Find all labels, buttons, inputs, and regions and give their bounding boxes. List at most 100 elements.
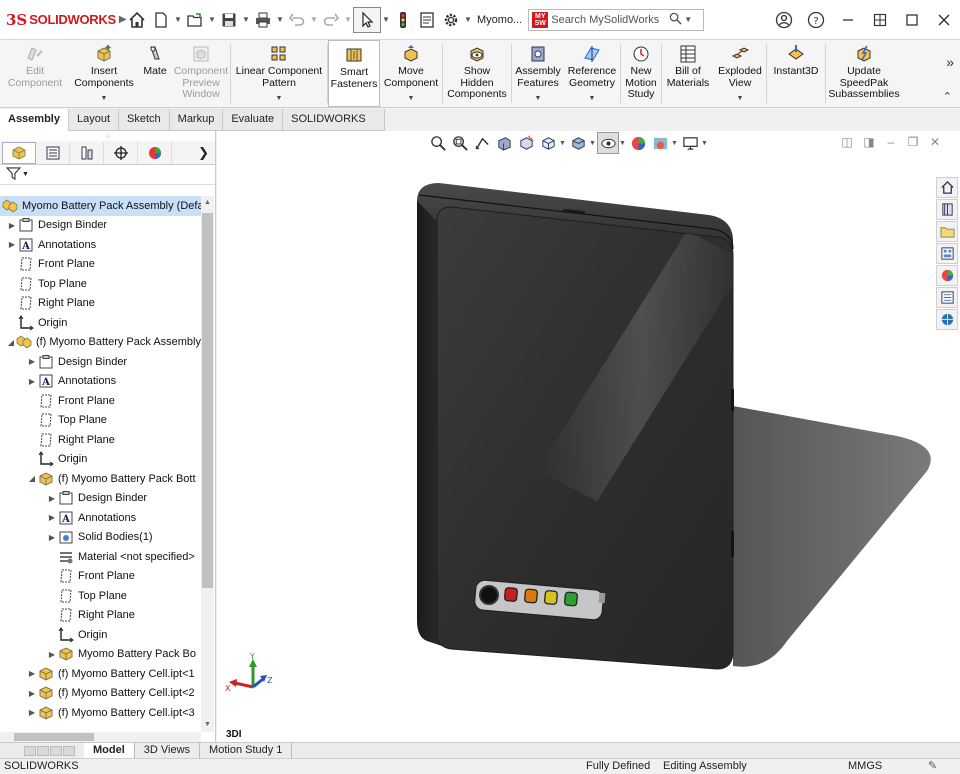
options-gear-icon[interactable] bbox=[439, 8, 463, 32]
help-icon[interactable]: ? bbox=[800, 8, 832, 32]
tree-item[interactable]: ▶ A Annotations bbox=[0, 508, 201, 528]
tree-item[interactable]: Top Plane bbox=[0, 411, 201, 431]
search-dropdown-icon[interactable]: ▼ bbox=[683, 15, 693, 24]
tree-item[interactable]: Right Plane bbox=[0, 294, 201, 314]
exploded-view-dropdown-icon[interactable]: ▼ bbox=[737, 93, 744, 105]
custom-properties-icon[interactable] bbox=[936, 287, 958, 308]
collapse-arrow-icon[interactable]: ◢ bbox=[6, 338, 16, 347]
scroll-up-icon[interactable]: ▲ bbox=[201, 196, 214, 210]
new-dropdown-icon[interactable]: ▼ bbox=[173, 15, 183, 24]
solidworks-logo[interactable]: 3S SOLIDWORKS ▶ bbox=[0, 0, 127, 40]
tree-item[interactable]: ▶ Design Binder bbox=[0, 216, 201, 236]
tree-item[interactable]: Origin bbox=[0, 625, 201, 645]
tab-assembly[interactable]: Assembly bbox=[0, 109, 69, 131]
viewport-minimize-icon[interactable]: – bbox=[880, 135, 902, 151]
tab-prev-icon[interactable] bbox=[37, 745, 49, 756]
options-dropdown-icon[interactable]: ▼ bbox=[463, 15, 473, 24]
move-component-button[interactable]: Move Component ▼ bbox=[380, 40, 442, 107]
tree-item[interactable]: ◢ (f) Myomo Battery Pack Assembly bbox=[0, 333, 201, 353]
tree-item[interactable]: Front Plane bbox=[0, 391, 201, 411]
home-icon[interactable] bbox=[125, 8, 149, 32]
filter-dropdown-icon[interactable]: ▼ bbox=[22, 171, 29, 178]
maximize-icon[interactable] bbox=[896, 8, 928, 32]
print-icon[interactable] bbox=[251, 8, 275, 32]
tree-item[interactable]: Top Plane bbox=[0, 274, 201, 294]
hide-show-dropdown-icon[interactable]: ▼ bbox=[619, 140, 627, 147]
collapse-arrow-icon[interactable]: ◢ bbox=[26, 474, 38, 483]
tab-scroll-arrows[interactable] bbox=[0, 743, 84, 758]
tree-item[interactable]: ▶ Design Binder bbox=[0, 489, 201, 509]
tree-item[interactable]: Origin bbox=[0, 313, 201, 333]
solidworks-forum-icon[interactable] bbox=[936, 309, 958, 330]
zoom-to-area-icon[interactable] bbox=[449, 132, 471, 154]
print-dropdown-icon[interactable]: ▼ bbox=[275, 15, 285, 24]
insert-components-button[interactable]: Insert Components ▼ bbox=[70, 40, 138, 107]
search-input[interactable] bbox=[551, 13, 670, 26]
undo-icon[interactable] bbox=[285, 8, 309, 32]
tree-item[interactable]: ▶ Myomo Battery Pack Bo bbox=[0, 645, 201, 665]
appearances-icon[interactable] bbox=[936, 265, 958, 286]
expand-arrow-icon[interactable]: ▶ bbox=[46, 513, 58, 522]
configuration-manager-tab-icon[interactable] bbox=[70, 141, 104, 164]
update-speedpak-button[interactable]: Update SpeedPak Subassemblies bbox=[826, 40, 902, 107]
tree-item[interactable]: ◢ (f) Myomo Battery Pack Bott bbox=[0, 469, 201, 489]
tree-item[interactable]: ▶ (f) Myomo Battery Cell.ipt<2 bbox=[0, 684, 201, 704]
component-preview-button[interactable]: Component Preview Window bbox=[172, 40, 230, 107]
tab-markup[interactable]: Markup bbox=[170, 109, 224, 131]
apply-scene-dropdown-icon[interactable]: ▼ bbox=[671, 140, 679, 147]
save-dropdown-icon[interactable]: ▼ bbox=[241, 15, 251, 24]
tree-item[interactable]: ▶ Design Binder bbox=[0, 352, 201, 372]
select-cursor-icon[interactable] bbox=[353, 6, 381, 33]
tab-sketch[interactable]: Sketch bbox=[119, 109, 170, 131]
tab-solidworks-add-ins[interactable]: SOLIDWORKS Add-Ins bbox=[283, 109, 385, 146]
mate-button[interactable]: Mate bbox=[138, 40, 172, 107]
expand-arrow-icon[interactable]: ▶ bbox=[46, 494, 58, 503]
panel-grip[interactable]: ⁘ bbox=[0, 131, 215, 141]
tree-filter[interactable]: ▼ bbox=[0, 165, 215, 185]
rebuild-status-icon[interactable]: ✎ bbox=[928, 759, 937, 774]
expand-arrow-icon[interactable]: ▶ bbox=[46, 650, 58, 659]
tab-first-icon[interactable] bbox=[24, 745, 36, 756]
file-properties-icon[interactable] bbox=[415, 8, 439, 32]
bottom-tab-motion-study-1[interactable]: Motion Study 1 bbox=[200, 743, 293, 758]
insert-components-dropdown-icon[interactable]: ▼ bbox=[101, 93, 108, 105]
tree-item[interactable]: ▶ A Annotations bbox=[0, 235, 201, 255]
apply-scene-icon[interactable] bbox=[649, 132, 671, 154]
undo-dropdown-icon[interactable]: ▼ bbox=[309, 15, 319, 24]
edit-component-button[interactable]: Edit Component bbox=[0, 40, 70, 107]
assembly-features-button[interactable]: Assembly Features ▼ bbox=[512, 40, 564, 107]
search-box[interactable]: MY SW ▼ bbox=[528, 8, 705, 31]
battery-pack-model[interactable] bbox=[387, 171, 947, 691]
rebuild-traffic-light-icon[interactable] bbox=[391, 8, 415, 32]
bottom-tab-3d-views[interactable]: 3D Views bbox=[135, 743, 201, 758]
show-hidden-button[interactable]: Show Hidden Components bbox=[443, 40, 511, 107]
select-dropdown-icon[interactable]: ▼ bbox=[381, 15, 391, 24]
expand-arrow-icon[interactable]: ▶ bbox=[6, 221, 18, 230]
new-document-icon[interactable] bbox=[149, 8, 173, 32]
previous-view-icon[interactable] bbox=[471, 132, 493, 154]
smart-fasteners-button[interactable]: Smart Fasteners bbox=[328, 40, 380, 107]
restore-icon[interactable] bbox=[864, 8, 896, 32]
display-style-icon[interactable] bbox=[567, 132, 589, 154]
reference-geometry-dropdown-icon[interactable]: ▼ bbox=[589, 93, 596, 105]
view-orientation-dropdown-icon[interactable]: ▼ bbox=[559, 140, 567, 147]
dynamic-annotation-view-icon[interactable] bbox=[515, 132, 537, 154]
display-manager-tab-icon[interactable] bbox=[138, 141, 172, 164]
viewport-restore-icon[interactable]: ❐ bbox=[902, 135, 924, 151]
expand-arrow-icon[interactable]: ▶ bbox=[26, 669, 38, 678]
tree-item[interactable]: Front Plane bbox=[0, 255, 201, 275]
filter-icon[interactable] bbox=[5, 166, 22, 184]
dimxpert-manager-tab-icon[interactable] bbox=[104, 141, 138, 164]
zoom-to-fit-icon[interactable] bbox=[427, 132, 449, 154]
expand-arrow-icon[interactable]: ▶ bbox=[26, 357, 38, 366]
scroll-thumb[interactable] bbox=[202, 213, 213, 588]
linear-pattern-dropdown-icon[interactable]: ▼ bbox=[276, 93, 283, 105]
tree-item[interactable]: Right Plane bbox=[0, 430, 201, 450]
power-button[interactable] bbox=[479, 585, 499, 605]
section-view-icon[interactable] bbox=[493, 132, 515, 154]
tab-evaluate[interactable]: Evaluate bbox=[223, 109, 284, 131]
chevron-right-icon[interactable]: ❯ bbox=[198, 145, 209, 161]
tab-last-icon[interactable] bbox=[63, 745, 75, 756]
bill-of-materials-button[interactable]: Bill of Materials bbox=[662, 40, 714, 107]
status-units[interactable]: MMGS bbox=[848, 759, 882, 774]
